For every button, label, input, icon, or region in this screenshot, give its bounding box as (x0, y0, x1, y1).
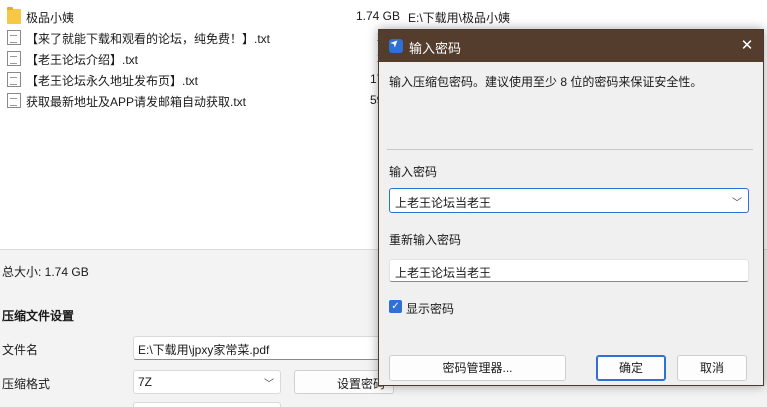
text-file-icon (7, 30, 21, 45)
file-row-folder[interactable]: 极品小姨 1.74 GB E:\下载用\极品小姨 (0, 6, 767, 26)
password-label: 输入密码 (389, 165, 438, 179)
text-file-icon (7, 72, 21, 87)
total-size: 总大小: 1.74 GB (2, 265, 89, 279)
show-password-checkbox[interactable]: ✓ (389, 300, 402, 313)
reenter-password-label: 重新输入密码 (389, 233, 462, 247)
text-file-icon (7, 93, 21, 108)
show-password-label[interactable]: 显示密码 (406, 300, 454, 317)
format-value: 7Z (138, 375, 153, 389)
text-file-icon (7, 51, 21, 66)
close-icon[interactable]: ✕ (735, 34, 759, 58)
next-field[interactable] (133, 402, 281, 407)
format-select[interactable]: 7Z ﹀ (133, 370, 281, 394)
password-manager-button[interactable]: 密码管理器... (389, 355, 566, 381)
file-name: 【老王论坛介绍】.txt (26, 53, 139, 67)
dialog-notice: 输入压缩包密码。建议使用至少 8 位的密码来保证安全性。 (389, 75, 703, 89)
ok-button[interactable]: 确定 (596, 355, 666, 381)
reenter-password-input[interactable]: 上老王论坛当老王 (389, 259, 749, 282)
file-size: 1.74 GB (355, 9, 400, 23)
file-name: 【来了就能下载和观看的论坛，纯免费！】.txt (26, 32, 271, 46)
dialog-title: 输入密码 (409, 41, 462, 56)
filename-label: 文件名 (2, 343, 39, 357)
password-value: 上老王论坛当老王 (395, 196, 492, 210)
chevron-down-icon: ﹀ (264, 379, 274, 390)
divider (387, 149, 753, 150)
dialog-titlebar[interactable]: 输入密码 ✕ (379, 30, 763, 62)
password-combobox[interactable]: 上老王论坛当老王 ﹀ (389, 188, 749, 213)
password-dialog: 输入密码 ✕ 输入压缩包密码。建议使用至少 8 位的密码来保证安全性。 输入密码… (378, 29, 764, 386)
file-name: 获取最新地址及APP请发邮箱自动获取.txt (26, 95, 247, 109)
file-name: 极品小姨 (26, 11, 75, 25)
folder-icon (7, 7, 21, 24)
file-path: E:\下载用\极品小姨 (408, 11, 511, 25)
cancel-button[interactable]: 取消 (677, 355, 747, 381)
filename-input[interactable]: E:\下载用\jpxy家常菜.pdf (133, 336, 393, 360)
chevron-down-icon[interactable]: ﹀ (732, 194, 742, 209)
format-label: 压缩格式 (2, 377, 51, 391)
file-name: 【老王论坛永久地址发布页】.txt (26, 74, 199, 88)
app-icon (389, 39, 403, 53)
settings-title: 压缩文件设置 (2, 309, 75, 323)
